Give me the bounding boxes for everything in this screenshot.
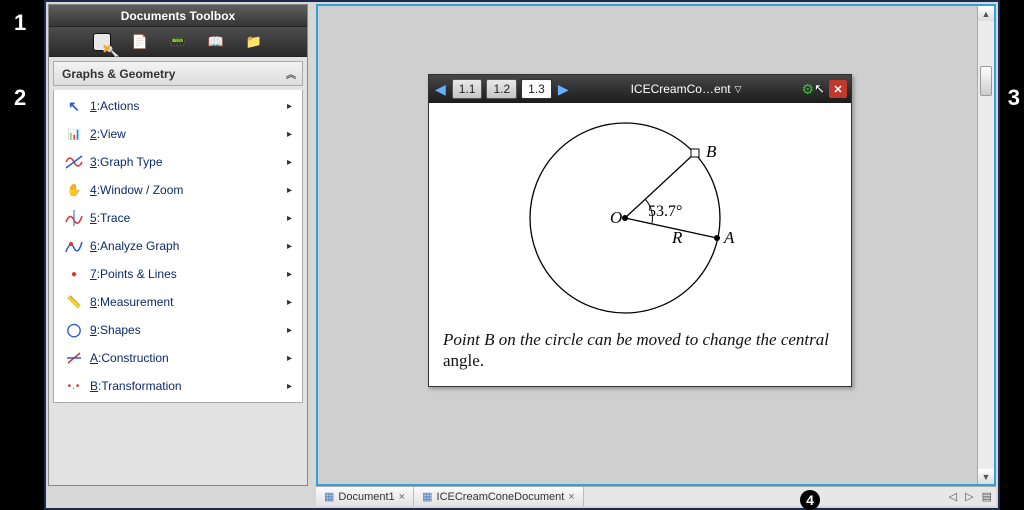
- menu-graph-type[interactable]: 3:Graph Type ▸: [54, 148, 302, 176]
- menu-construction[interactable]: A:Construction ▸: [54, 344, 302, 372]
- angle-value: 53.7°: [648, 203, 682, 220]
- points-lines-icon: [64, 265, 84, 283]
- graph-type-icon: [64, 153, 84, 171]
- window-zoom-icon: [64, 181, 84, 199]
- view-icon: [64, 125, 84, 143]
- menu-trace[interactable]: 5:Trace ▸: [54, 204, 302, 232]
- app-frame: Documents Toolbox Graphs & Geometry ︽ 1:…: [44, 0, 1000, 510]
- doc-icon: [422, 490, 432, 503]
- prev-page-icon[interactable]: ◀: [433, 81, 448, 98]
- document-title[interactable]: ICECreamCo…ent▽: [575, 82, 798, 96]
- tabs-nav-right-icon[interactable]: ▷: [961, 490, 977, 503]
- documents-toolbox: Documents Toolbox Graphs & Geometry ︽ 1:…: [48, 4, 308, 486]
- menu-label: 7:Points & Lines: [90, 267, 287, 281]
- dropdown-icon: ▽: [735, 84, 742, 95]
- menu-label: 5:Trace: [90, 211, 287, 225]
- construction-icon: [64, 349, 84, 367]
- callout-1: 1: [14, 10, 26, 36]
- document-titlebar: ◀ 1.1 1.2 1.3 ▶ ICECreamCo…ent▽ ⚙ ↖ ✕: [429, 75, 851, 103]
- callout-4: 4: [800, 490, 820, 510]
- menu-label: 8:Measurement: [90, 295, 287, 309]
- menu-points-lines[interactable]: 7:Points & Lines ▸: [54, 260, 302, 288]
- menu-label: 2:View: [90, 127, 287, 141]
- menu-label: 9:Shapes: [90, 323, 287, 337]
- libraries-icon[interactable]: [207, 33, 225, 51]
- menu-transformation[interactable]: B:Transformation ▸: [54, 372, 302, 400]
- cursor-icon: ↖: [814, 81, 825, 97]
- doc-tab-label: Document1: [338, 491, 394, 503]
- document-tabs-bar: Document1 × ICECreamConeDocument × ◁ ▷ ▤: [316, 486, 996, 506]
- menu-label: 4:Window / Zoom: [90, 183, 287, 197]
- content-explorer-icon[interactable]: [245, 33, 263, 51]
- close-tab-icon[interactable]: ×: [568, 491, 574, 503]
- chevron-right-icon: ▸: [287, 101, 292, 112]
- workspace: ▲ ▼ ◀ 1.1 1.2 1.3 ▶ ICECreamCo…ent▽ ⚙ ↖ …: [316, 4, 996, 486]
- geometry-diagram[interactable]: O A B 53.7° R: [510, 113, 770, 323]
- menu-shapes[interactable]: 9:Shapes ▸: [54, 316, 302, 344]
- tab-1-3[interactable]: 1.3: [521, 79, 552, 99]
- chevron-right-icon: ▸: [287, 297, 292, 308]
- document-window: ◀ 1.1 1.2 1.3 ▶ ICECreamCo…ent▽ ⚙ ↖ ✕: [428, 74, 852, 387]
- settings-icon[interactable]: ⚙: [802, 81, 815, 98]
- tabs-menu-icon[interactable]: ▤: [978, 490, 996, 503]
- chevron-right-icon: ▸: [287, 353, 292, 364]
- panel-header-graphs-geometry[interactable]: Graphs & Geometry ︽: [53, 61, 303, 86]
- menu-label: A:Construction: [90, 351, 287, 365]
- toolbox-iconbar: [49, 27, 307, 57]
- shapes-icon: [64, 321, 84, 339]
- doc-tab-1[interactable]: Document1 ×: [316, 487, 414, 506]
- calculator-icon[interactable]: [169, 33, 187, 51]
- chevron-right-icon: ▸: [287, 129, 292, 140]
- tools-icon[interactable]: [93, 33, 111, 51]
- menu-analyze-graph[interactable]: 6:Analyze Graph ▸: [54, 232, 302, 260]
- measurement-icon: [64, 293, 84, 311]
- chevron-right-icon: ▸: [287, 381, 292, 392]
- actions-icon: [64, 97, 84, 115]
- close-button[interactable]: ✕: [829, 80, 847, 98]
- scroll-up-icon[interactable]: ▲: [978, 6, 994, 21]
- scroll-thumb[interactable]: [980, 66, 992, 96]
- scroll-down-icon[interactable]: ▼: [978, 469, 994, 484]
- chevron-right-icon: ▸: [287, 157, 292, 168]
- page-sorter-icon[interactable]: [131, 33, 149, 51]
- menu-view[interactable]: 2:View ▸: [54, 120, 302, 148]
- callout-2: 2: [14, 85, 26, 111]
- menu-label: 1:Actions: [90, 99, 287, 113]
- tab-1-2[interactable]: 1.2: [486, 79, 517, 99]
- caption-text: Point B on the circle can be moved to ch…: [443, 329, 837, 372]
- tabs-nav-left-icon[interactable]: ◁: [945, 490, 961, 503]
- menu-actions[interactable]: 1:Actions ▸: [54, 92, 302, 120]
- doc-tab-label: ICECreamConeDocument: [437, 491, 565, 503]
- doc-icon: [324, 490, 334, 503]
- menu-list: 1:Actions ▸ 2:View ▸ 3:Graph Type ▸ 4:Wi…: [53, 90, 303, 403]
- analyze-icon: [64, 237, 84, 255]
- callout-3: 3: [1008, 85, 1020, 111]
- label-r: R: [671, 228, 683, 247]
- tab-1-1[interactable]: 1.1: [452, 79, 483, 99]
- menu-measurement[interactable]: 8:Measurement ▸: [54, 288, 302, 316]
- chevron-right-icon: ▸: [287, 269, 292, 280]
- chevron-right-icon: ▸: [287, 213, 292, 224]
- trace-icon: [64, 209, 84, 227]
- menu-window-zoom[interactable]: 4:Window / Zoom ▸: [54, 176, 302, 204]
- collapse-icon: ︽: [286, 66, 294, 81]
- chevron-right-icon: ▸: [287, 325, 292, 336]
- document-body[interactable]: O A B 53.7° R: [429, 103, 851, 386]
- next-page-icon[interactable]: ▶: [556, 81, 571, 98]
- menu-label: B:Transformation: [90, 379, 287, 393]
- menu-label: 6:Analyze Graph: [90, 239, 287, 253]
- label-b: B: [706, 142, 717, 161]
- chevron-right-icon: ▸: [287, 241, 292, 252]
- menu-label: 3:Graph Type: [90, 155, 287, 169]
- transformation-icon: [64, 377, 84, 395]
- vertical-scrollbar[interactable]: ▲ ▼: [977, 6, 994, 484]
- label-o: O: [610, 208, 622, 227]
- doc-tab-2[interactable]: ICECreamConeDocument ×: [414, 487, 584, 506]
- label-a: A: [723, 228, 735, 247]
- close-tab-icon[interactable]: ×: [399, 491, 405, 503]
- panel-header-label: Graphs & Geometry: [62, 67, 175, 81]
- chevron-right-icon: ▸: [287, 185, 292, 196]
- toolbox-title: Documents Toolbox: [49, 5, 307, 27]
